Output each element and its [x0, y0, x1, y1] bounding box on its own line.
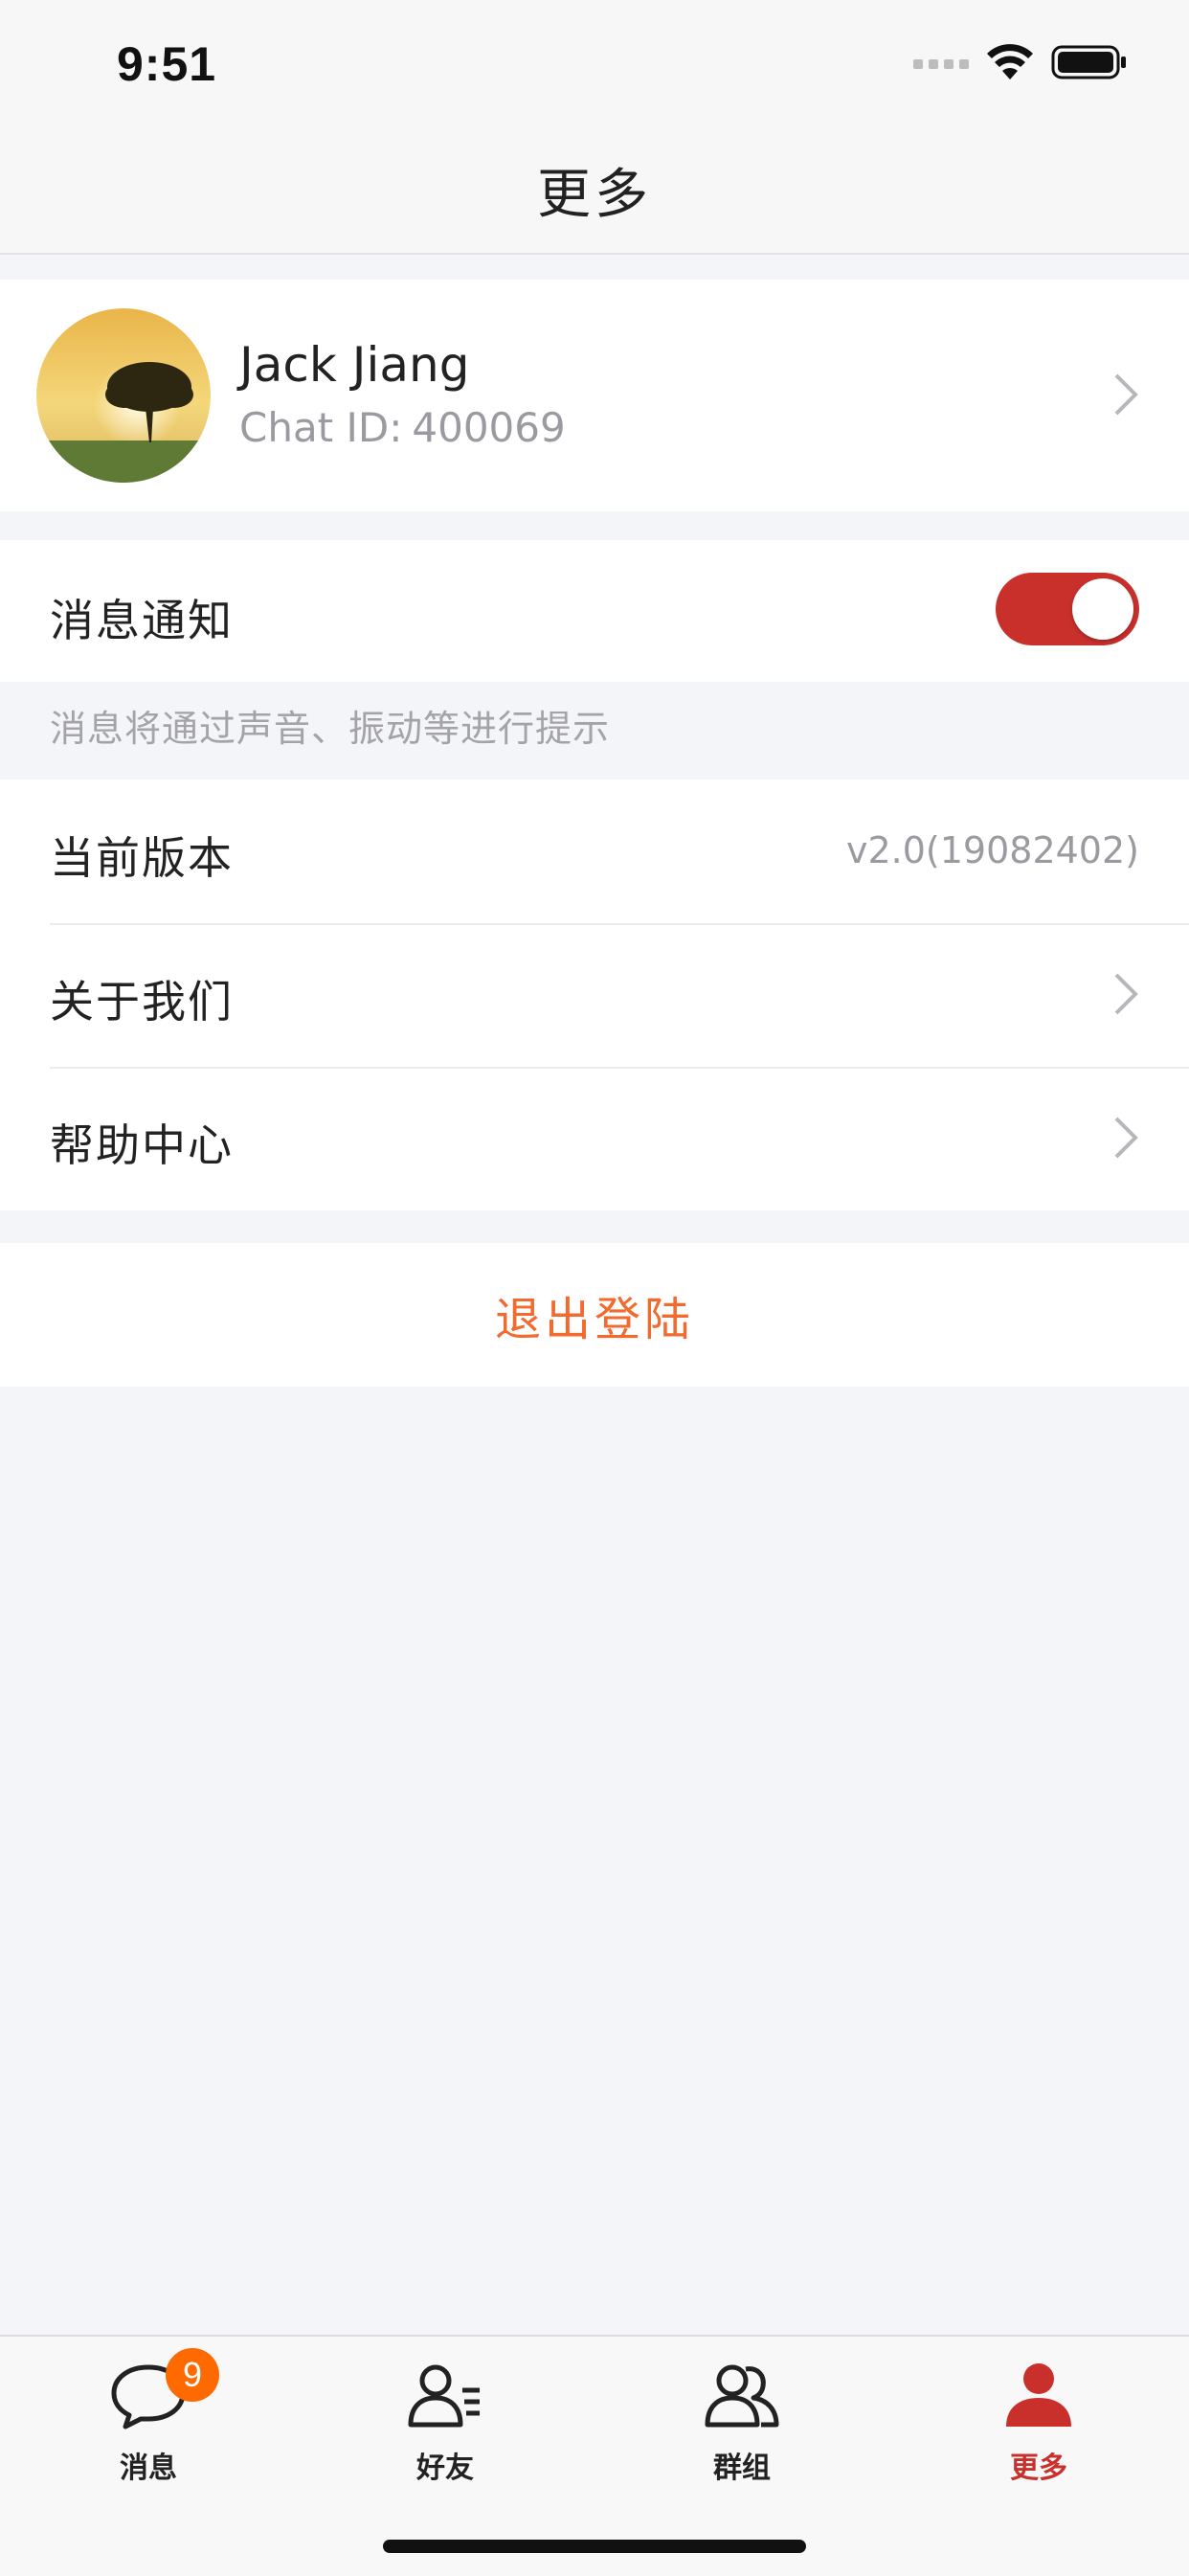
notification-toggle[interactable] [996, 573, 1139, 645]
logout-button[interactable]: 退出登陆 [0, 1243, 1189, 1387]
chevron-right-icon [1112, 1115, 1139, 1161]
signal-dots-icon [913, 56, 969, 74]
tab-friends[interactable]: 好友 [297, 2354, 594, 2497]
unread-badge: 9 [166, 2348, 219, 2402]
person-icon [1000, 2361, 1077, 2430]
notification-hint: 消息将通过声音、振动等进行提示 [50, 708, 611, 750]
help-center-label: 帮助中心 [50, 1119, 234, 1171]
notification-label: 消息通知 [50, 595, 234, 646]
battery-icon [1051, 43, 1128, 85]
version-label: 当前版本 [50, 832, 234, 884]
version-row: 当前版本 v2.0(19082402) [0, 780, 1189, 923]
status-icons [913, 42, 1128, 86]
help-center-row[interactable]: 帮助中心 [0, 1069, 1189, 1212]
tab-groups[interactable]: 群组 [594, 2354, 890, 2497]
about-us-row[interactable]: 关于我们 [0, 925, 1189, 1069]
toggle-knob [1072, 578, 1133, 640]
chat-id: Chat ID: 400069 [239, 404, 566, 451]
version-value: v2.0(19082402) [846, 829, 1139, 871]
tab-label: 消息 [120, 2452, 177, 2485]
tab-label: 好友 [416, 2452, 474, 2485]
avatar [36, 308, 211, 483]
tab-label: 群组 [713, 2452, 771, 2485]
notification-setting-row: 消息通知 [0, 540, 1189, 682]
home-indicator [383, 2540, 806, 2553]
chat-bubble-icon: 9 [110, 2348, 219, 2430]
chevron-right-icon [1112, 971, 1139, 1017]
status-time: 9:51 [117, 37, 217, 91]
logout-label: 退出登陆 [494, 1293, 694, 1346]
tab-more[interactable]: 更多 [890, 2354, 1187, 2497]
about-us-label: 关于我们 [50, 976, 234, 1028]
status-bar: 9:51 [0, 0, 1189, 126]
chevron-right-icon [1112, 372, 1139, 418]
tab-label: 更多 [1010, 2452, 1067, 2485]
group-icon [704, 2361, 780, 2430]
profile-card[interactable]: Jack Jiang Chat ID: 400069 [0, 280, 1189, 511]
wifi-icon [986, 43, 1034, 85]
chat-id-value: 400069 [412, 404, 566, 451]
tab-messages[interactable]: 9 消息 [0, 2348, 297, 2497]
friend-list-icon [407, 2361, 483, 2430]
settings-list: 当前版本 v2.0(19082402) 关于我们 帮助中心 [0, 780, 1189, 1210]
chat-id-label: Chat ID: [239, 404, 403, 451]
profile-name: Jack Jiang [239, 337, 470, 393]
navigation-header: 更多 [0, 126, 1189, 255]
page-title: 更多 [537, 163, 652, 226]
